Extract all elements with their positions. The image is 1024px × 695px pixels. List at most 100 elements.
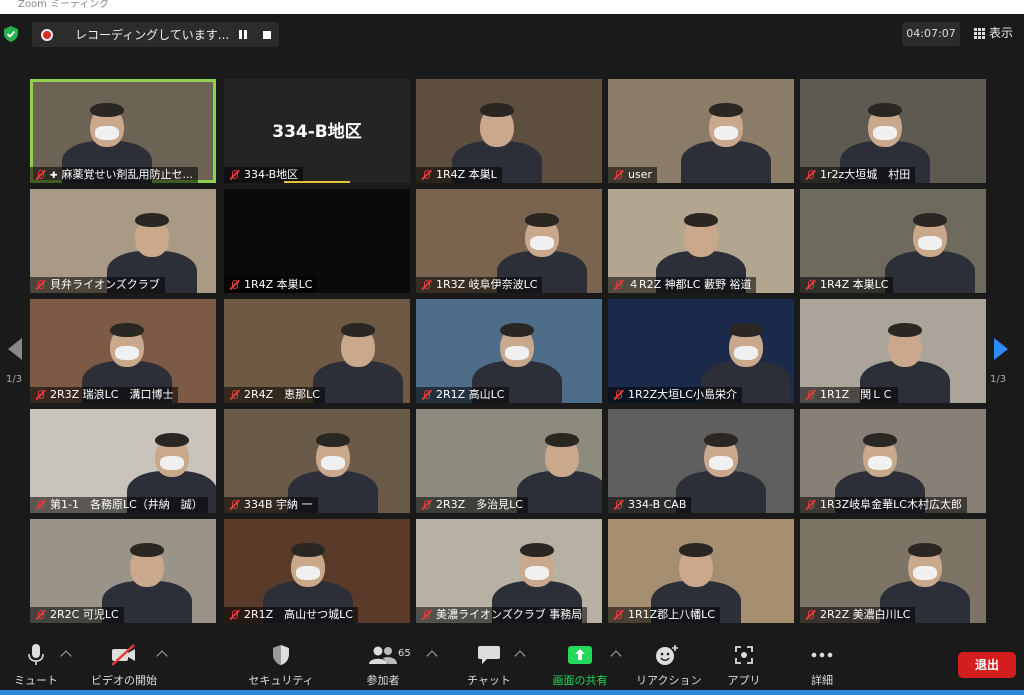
muted-mic-icon — [421, 170, 431, 180]
participant-name: user — [628, 168, 652, 181]
meeting-top-bar: レコーディングしています... 04:07:07 表示 — [0, 14, 1024, 52]
participant-name-label: 2R3Z 瑞浪LC 溝口博士 — [30, 387, 179, 403]
video-tile[interactable]: 1R1Z 関ＬＣ — [800, 299, 986, 403]
muted-mic-icon — [421, 390, 431, 400]
muted-mic-icon — [35, 280, 45, 290]
participant-name: 第1-1 各務原LC（井納 誠） — [50, 498, 203, 511]
video-tile[interactable]: 1R1Z郡上八幡LC — [608, 519, 794, 623]
participant-name: 2R2C 可児LC — [50, 608, 119, 621]
pause-recording-button[interactable] — [236, 28, 250, 42]
recording-indicator: レコーディングしています... — [32, 22, 279, 47]
participant-name: 1R4Z 本巣L — [436, 168, 497, 181]
reactions-button[interactable]: リアクション — [636, 642, 702, 692]
participant-name-label: ４R2Z 神都LC 藪野 裕道 — [608, 277, 757, 293]
leave-button[interactable]: 退出 — [958, 652, 1016, 678]
apps-label: アプリ — [727, 674, 761, 687]
participant-name: 2R3Z 瑞浪LC 溝口博士 — [50, 388, 174, 401]
mute-button[interactable]: ミュート — [10, 642, 62, 692]
participant-name: 2R1Z 高山せつ城LC — [244, 608, 353, 621]
participant-name: 2R2Z 美濃白川LC — [820, 608, 911, 621]
video-tile[interactable]: 貝弁ライオンズクラブ — [30, 189, 216, 293]
video-tile[interactable]: 334B 宇納 一 — [224, 409, 410, 513]
video-tile[interactable]: 1R4Z 本巣LC — [800, 189, 986, 293]
video-off-icon — [111, 644, 135, 666]
video-tile[interactable]: 美濃ライオンズクラブ 事務局 — [416, 519, 602, 623]
participant-name-label: 1R1Z郡上八幡LC — [608, 607, 720, 623]
video-tile[interactable]: 第1-1 各務原LC（井納 誠） — [30, 409, 216, 513]
reactions-label: リアクション — [636, 674, 702, 687]
muted-mic-icon — [805, 390, 815, 400]
participant-name: 334B 宇納 一 — [244, 498, 313, 511]
muted-mic-icon — [229, 610, 239, 620]
muted-mic-icon — [35, 610, 45, 620]
more-dots-icon — [811, 652, 833, 658]
participants-options-caret[interactable] — [426, 650, 438, 662]
participant-name-label: 1R4Z 本巣LC — [224, 277, 318, 293]
more-button[interactable]: 詳細 — [796, 642, 848, 692]
zoom-window: Zoom ミーティング レコーディングしています... 04:07:07 表示 … — [0, 0, 1024, 695]
muted-mic-icon — [421, 280, 431, 290]
participant-name-label: ✚ 麻薬覚せい剤乱用防止セ... — [30, 167, 199, 183]
taskbar-edge — [0, 690, 1024, 695]
security-button[interactable]: セキュリティ — [248, 642, 314, 692]
participant-name-label: 2R2C 可児LC — [30, 607, 124, 623]
participant-name: 1R2Z大垣LC小島栄介 — [628, 388, 737, 401]
video-tile[interactable]: 2R1Z 高山LC — [416, 299, 602, 403]
video-tile[interactable]: 2R2C 可児LC — [30, 519, 216, 623]
video-tile[interactable]: 1R4Z 本巣L — [416, 79, 602, 183]
security-label: セキュリティ — [248, 674, 314, 687]
chat-options-caret[interactable] — [514, 650, 526, 662]
participant-name-label: 2R3Z 多治見LC — [416, 497, 528, 513]
share-screen-button[interactable]: 画面の共有 — [544, 642, 616, 692]
next-page-button[interactable]: 1/3 — [990, 338, 1012, 388]
participant-name: 1r2z大垣城 村田 — [820, 168, 911, 181]
video-tile[interactable]: 2R3Z 瑞浪LC 溝口博士 — [30, 299, 216, 403]
video-tile[interactable]: 1R3Z岐阜金華LC木村広太郎 — [800, 409, 986, 513]
pin-icon: ✚ — [50, 171, 58, 181]
participant-name-label: 2R1Z 高山LC — [416, 387, 510, 403]
participant-name: 334-B地区 — [244, 168, 299, 181]
video-tile[interactable]: 334-B CAB — [608, 409, 794, 513]
more-label: 詳細 — [811, 674, 833, 687]
previous-page-button[interactable]: 1/3 — [6, 338, 26, 388]
participants-count: 65 — [398, 648, 411, 659]
participant-name-label: 334-B CAB — [608, 497, 692, 513]
video-tile[interactable]: 1R3Z 岐阜伊奈波LC — [416, 189, 602, 293]
view-button[interactable]: 表示 — [968, 21, 1022, 45]
participant-name: 貝弁ライオンズクラブ — [50, 278, 160, 291]
participant-name-label: 第1-1 各務原LC（井納 誠） — [30, 497, 208, 513]
participant-name: 2R3Z 多治見LC — [436, 498, 523, 511]
video-tile[interactable]: ✚ 麻薬覚せい剤乱用防止セ... — [30, 79, 216, 183]
share-screen-label: 画面の共有 — [552, 674, 608, 687]
security-shield-icon — [273, 645, 289, 665]
apps-button[interactable]: アプリ — [718, 642, 770, 692]
mute-options-caret[interactable] — [60, 650, 72, 662]
muted-mic-icon — [35, 170, 45, 180]
chat-button[interactable]: チャット — [462, 642, 516, 692]
participant-name: 1R3Z岐阜金華LC木村広太郎 — [820, 498, 962, 511]
apps-icon — [735, 646, 753, 664]
video-tile[interactable]: 334-B地区 334-B地区 — [224, 79, 410, 183]
participant-name-label: 1R3Z岐阜金華LC木村広太郎 — [800, 497, 967, 513]
chevron-right-icon — [994, 338, 1008, 360]
chat-bubble-icon — [478, 646, 500, 664]
participant-name: 美濃ライオンズクラブ 事務局 — [436, 608, 583, 621]
shield-check-icon[interactable] — [4, 26, 18, 42]
muted-mic-icon — [613, 170, 623, 180]
video-tile[interactable]: ４R2Z 神都LC 藪野 裕道 — [608, 189, 794, 293]
video-tile[interactable]: 2R2Z 美濃白川LC — [800, 519, 986, 623]
start-video-button[interactable]: ビデオの開始 — [88, 642, 160, 692]
video-tile[interactable]: 2R4Z 恵那LC — [224, 299, 410, 403]
video-tile[interactable]: 1R4Z 本巣LC — [224, 189, 410, 293]
share-screen-icon — [568, 646, 592, 664]
muted-mic-icon — [805, 610, 815, 620]
video-tile[interactable]: 1R2Z大垣LC小島栄介 — [608, 299, 794, 403]
video-tile[interactable]: user — [608, 79, 794, 183]
active-underline — [284, 181, 350, 183]
video-tile[interactable]: 1r2z大垣城 村田 — [800, 79, 986, 183]
video-tile[interactable]: 2R3Z 多治見LC — [416, 409, 602, 513]
video-tile[interactable]: 2R1Z 高山せつ城LC — [224, 519, 410, 623]
stop-recording-button[interactable] — [260, 28, 274, 42]
tile-center-name: 334-B地区 — [272, 122, 362, 142]
participant-name-label: 2R4Z 恵那LC — [224, 387, 325, 403]
